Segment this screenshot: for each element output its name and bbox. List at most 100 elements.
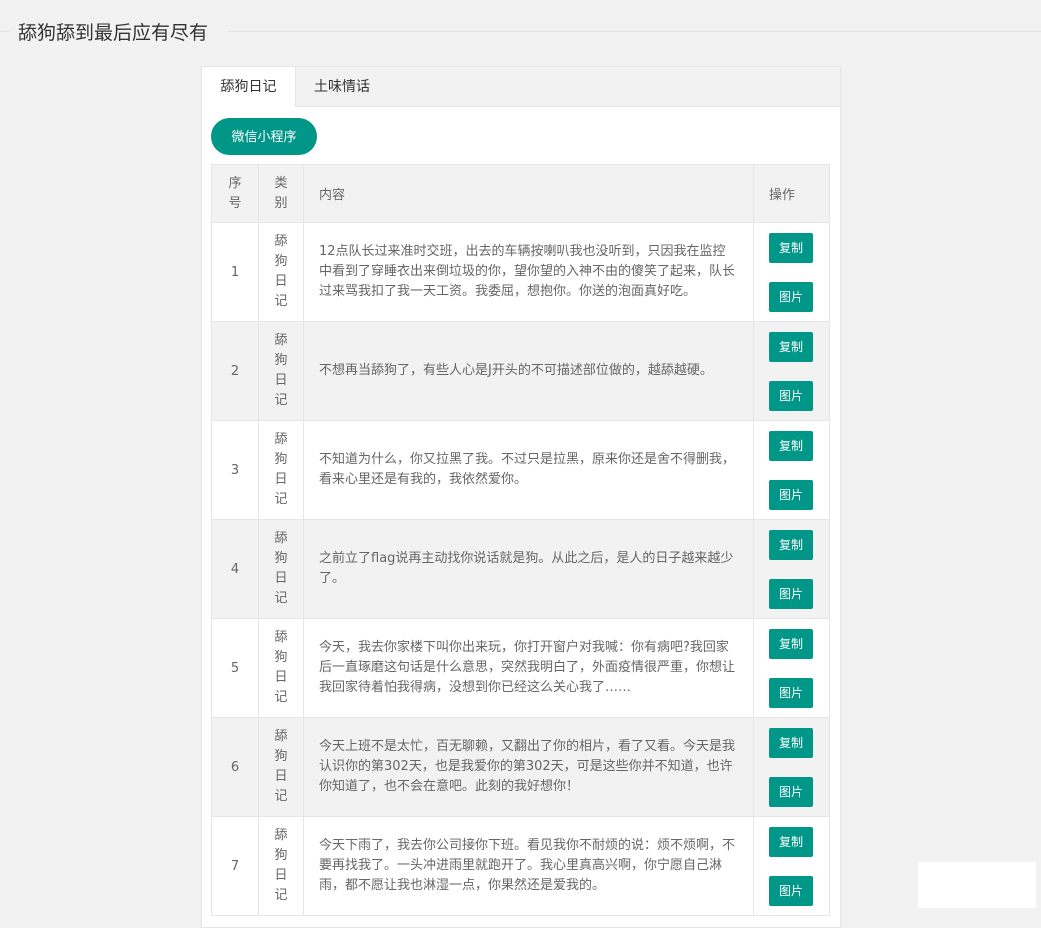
row-category: 舔狗日记	[258, 222, 304, 322]
row-actions: 复制 图片	[753, 618, 830, 718]
row-actions: 复制 图片	[753, 816, 830, 916]
category-char: 狗	[274, 452, 288, 467]
row-index: 2	[211, 321, 259, 421]
category-char: 记	[274, 591, 288, 606]
category-char: 舔	[274, 432, 288, 447]
row-index: 5	[211, 618, 259, 718]
header-index-char: 序	[228, 175, 242, 191]
header-index: 序 号	[211, 164, 259, 223]
row-category: 舔狗日记	[258, 717, 304, 817]
table-header-row: 序 号 类 别 内容 操作	[211, 164, 830, 223]
row-actions: 复制 图片	[753, 420, 830, 520]
row-index: 6	[211, 717, 259, 817]
row-category: 舔狗日记	[258, 816, 304, 916]
row-content-text: 今天上班不是太忙，百无聊赖，又翻出了你的相片，看了又看。今天是我认识你的第302…	[319, 739, 736, 794]
row-actions: 复制 图片	[753, 717, 830, 817]
row-content-text: 今天下雨了，我去你公司接你下班。看见我你不耐烦的说：烦不烦啊，不要再找我了。一头…	[319, 838, 736, 893]
category-char: 记	[274, 492, 288, 507]
category-char: 日	[274, 670, 288, 685]
category-char: 狗	[274, 353, 288, 368]
tab-tiangou-diary[interactable]: 舔狗日记	[202, 67, 296, 107]
category-char: 狗	[274, 749, 288, 764]
category-char: 日	[274, 373, 288, 388]
header-category: 类 别	[258, 164, 304, 223]
row-actions: 复制 图片	[753, 519, 830, 619]
row-content: 今天下雨了，我去你公司接你下班。看见我你不耐烦的说：烦不烦啊，不要再找我了。一头…	[303, 816, 754, 916]
header-actions: 操作	[753, 164, 830, 223]
row-actions: 复制 图片	[753, 222, 830, 322]
category-char: 狗	[274, 650, 288, 665]
category-char: 日	[274, 868, 288, 883]
copy-button[interactable]: 复制	[769, 629, 813, 659]
page-title: 舔狗舔到最后应有尽有	[18, 22, 209, 44]
category-char: 日	[274, 274, 288, 289]
category-char: 记	[274, 888, 288, 903]
table-row: 4 舔狗日记 之前立了flag说再主动找你说话就是狗。从此之后，是人的日子越来越…	[211, 519, 830, 619]
category-char: 狗	[274, 848, 288, 863]
row-content: 不想再当舔狗了，有些人心是J开头的不可描述部位做的，越舔越硬。	[303, 321, 754, 421]
image-button[interactable]: 图片	[769, 777, 813, 807]
row-category: 舔狗日记	[258, 321, 304, 421]
image-button[interactable]: 图片	[769, 678, 813, 708]
image-button[interactable]: 图片	[769, 579, 813, 609]
tab-love-words[interactable]: 土味情话	[296, 67, 388, 107]
image-button[interactable]: 图片	[769, 282, 813, 312]
copy-button[interactable]: 复制	[769, 827, 813, 857]
page-header: 舔狗舔到最后应有尽有	[0, 0, 1041, 64]
row-content: 之前立了flag说再主动找你说话就是狗。从此之后，是人的日子越来越少了。	[303, 519, 754, 619]
row-index: 1	[211, 222, 259, 322]
category-char: 日	[274, 571, 288, 586]
category-char: 狗	[274, 254, 288, 269]
category-char: 日	[274, 472, 288, 487]
corner-overlay	[918, 862, 1036, 908]
table-row: 6 舔狗日记 今天上班不是太忙，百无聊赖，又翻出了你的相片，看了又看。今天是我认…	[211, 717, 830, 817]
copy-button[interactable]: 复制	[769, 431, 813, 461]
table-row: 2 舔狗日记 不想再当舔狗了，有些人心是J开头的不可描述部位做的，越舔越硬。 复…	[211, 321, 830, 421]
table-row: 1 舔狗日记 12点队长过来准时交班，出去的车辆按喇叭我也没听到，只因我在监控中…	[211, 222, 830, 322]
miniprogram-button[interactable]: 微信小程序	[211, 118, 317, 155]
image-button[interactable]: 图片	[769, 381, 813, 411]
row-index: 4	[211, 519, 259, 619]
copy-button[interactable]: 复制	[769, 728, 813, 758]
row-content: 不知道为什么，你又拉黑了我。不过只是拉黑，原来你还是舍不得删我，看来心里还是有我…	[303, 420, 754, 520]
row-content-text: 不知道为什么，你又拉黑了我。不过只是拉黑，原来你还是舍不得删我，看来心里还是有我…	[319, 452, 736, 487]
row-content: 今天，我去你家楼下叫你出来玩，你打开窗户对我喊：你有病吧?我回家后一直琢磨这句话…	[303, 618, 754, 718]
category-char: 舔	[274, 828, 288, 843]
category-char: 舔	[274, 234, 288, 249]
header-category-char: 别	[274, 195, 288, 211]
row-content-text: 不想再当舔狗了，有些人心是J开头的不可描述部位做的，越舔越硬。	[319, 363, 713, 378]
header-divider-right	[228, 31, 1041, 32]
row-category: 舔狗日记	[258, 618, 304, 718]
category-char: 舔	[274, 531, 288, 546]
row-category: 舔狗日记	[258, 519, 304, 619]
category-char: 记	[274, 690, 288, 705]
copy-button[interactable]: 复制	[769, 332, 813, 362]
header-category-char: 类	[274, 175, 288, 191]
category-char: 舔	[274, 729, 288, 744]
category-char: 记	[274, 789, 288, 804]
category-char: 日	[274, 769, 288, 784]
row-index: 7	[211, 816, 259, 916]
diary-table: 序 号 类 别 内容 操作 1 舔狗日记 12点队长过来准时交班，出去的车辆按喇…	[211, 164, 830, 916]
image-button[interactable]: 图片	[769, 480, 813, 510]
category-char: 舔	[274, 630, 288, 645]
copy-button[interactable]: 复制	[769, 530, 813, 560]
row-content: 12点队长过来准时交班，出去的车辆按喇叭我也没听到，只因我在监控中看到了穿睡衣出…	[303, 222, 754, 322]
row-category: 舔狗日记	[258, 420, 304, 520]
category-char: 记	[274, 294, 288, 309]
row-actions: 复制 图片	[753, 321, 830, 421]
category-char: 记	[274, 393, 288, 408]
table-row: 7 舔狗日记 今天下雨了，我去你公司接你下班。看见我你不耐烦的说：烦不烦啊，不要…	[211, 816, 830, 916]
header-divider-left	[0, 31, 10, 32]
header-content: 内容	[303, 164, 754, 223]
row-index: 3	[211, 420, 259, 520]
tab-bar: 舔狗日记 土味情话	[202, 67, 840, 107]
header-index-char: 号	[228, 195, 242, 211]
row-content: 今天上班不是太忙，百无聊赖，又翻出了你的相片，看了又看。今天是我认识你的第302…	[303, 717, 754, 817]
copy-button[interactable]: 复制	[769, 233, 813, 263]
content-card: 舔狗日记 土味情话 微信小程序 序 号 类 别 内容 操作 1 舔 狗 日 记 …	[201, 66, 841, 928]
table-row: 3 舔狗日记 不知道为什么，你又拉黑了我。不过只是拉黑，原来你还是舍不得删我，看…	[211, 420, 830, 520]
row-content-text: 之前立了flag说再主动找你说话就是狗。从此之后，是人的日子越来越少了。	[319, 551, 734, 586]
image-button[interactable]: 图片	[769, 876, 813, 906]
category-char: 舔	[274, 333, 288, 348]
